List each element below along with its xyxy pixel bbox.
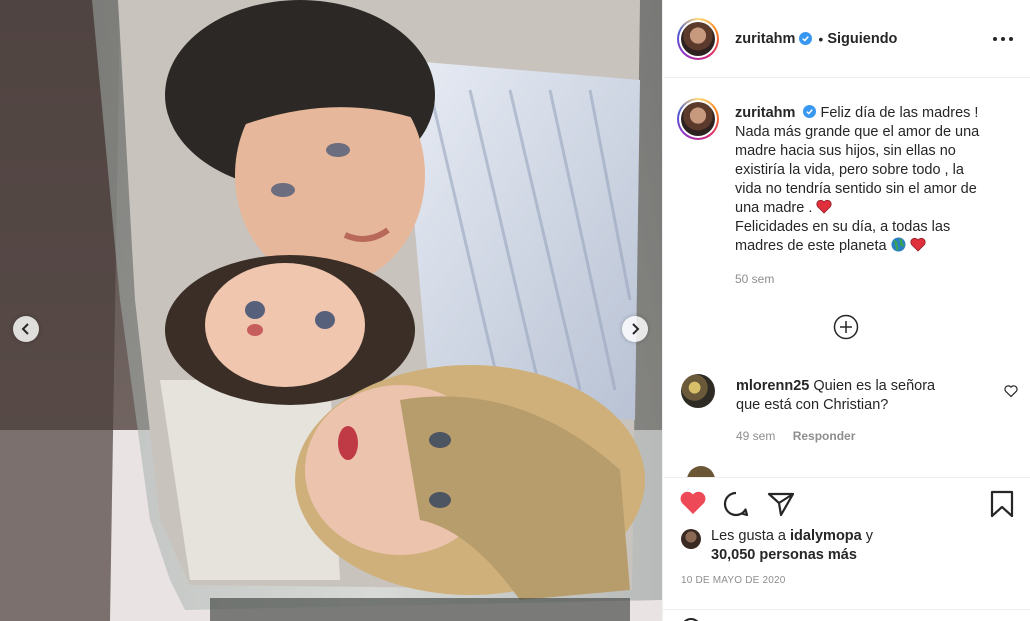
carousel-prev-button[interactable] [13, 316, 39, 342]
red-heart-emoji-icon [910, 237, 926, 252]
caption-line: Felicidades en su día, a todas las [735, 219, 951, 235]
caption-line: Nada más grande que el amor de una [735, 124, 980, 140]
bookmark-icon[interactable] [989, 490, 1015, 518]
caption-line: existiría la vida, pero sobre todo , la [735, 162, 964, 178]
post-header: zuritahm • Siguiendo [663, 0, 1030, 78]
plus-circle-icon[interactable] [833, 314, 859, 340]
comment-meta: 49 sem Responder [736, 429, 855, 443]
globe-emoji-icon [891, 237, 906, 252]
comment-text: mlorenn25 Quien es la señora que está co… [736, 377, 966, 415]
caption-line: madres de este planeta [735, 238, 887, 254]
comment-body: Quien es la señora [813, 378, 936, 394]
liker-username[interactable]: idalymopa [790, 528, 862, 544]
caption-line: una madre . [735, 200, 813, 216]
post-date[interactable]: 10 de mayo de 2020 [681, 575, 786, 586]
red-heart-emoji-icon [816, 199, 832, 214]
caption-timestamp[interactable]: 50 sem [735, 272, 774, 286]
chevron-right-icon [632, 323, 640, 335]
chevron-left-icon [21, 323, 29, 335]
post-panel: zuritahm • Siguiendo zuritahm Feliz día … [662, 0, 1030, 621]
caption-line: vida no tendría sentido sin el amor de [735, 181, 977, 197]
caption-line: madre hacia sus hijos, sin ellas no [735, 143, 956, 159]
post-actions: Les gusta a idalymopa y 30,050 personas … [663, 477, 1030, 621]
author-username[interactable]: zuritahm [735, 31, 795, 47]
caption-line: Feliz día de las madres ! [820, 105, 979, 121]
comment-timestamp[interactable]: 49 sem [736, 429, 775, 443]
comment-icon[interactable] [722, 490, 750, 518]
more-options-icon[interactable] [993, 29, 1013, 49]
caption-username[interactable]: zuritahm [735, 105, 795, 121]
commenter-avatar[interactable] [681, 374, 715, 408]
post-photo [0, 0, 662, 621]
liker-avatar[interactable] [681, 529, 701, 549]
verified-badge-icon [799, 32, 813, 45]
add-comment-bar [663, 609, 1030, 621]
carousel-next-button[interactable] [622, 316, 648, 342]
following-button[interactable]: Siguiendo [827, 31, 897, 47]
action-bar [679, 490, 1019, 518]
caption-text: zuritahm Feliz día de las madres ! Nada … [735, 104, 1020, 256]
likes-count[interactable]: 30,050 personas más [711, 547, 857, 563]
caption-author-avatar[interactable] [677, 98, 719, 140]
likes-prefix: Les gusta a [711, 528, 786, 544]
heart-outline-icon[interactable] [1004, 384, 1018, 398]
share-icon[interactable] [767, 490, 795, 518]
reply-button[interactable]: Responder [793, 429, 856, 443]
commenter-username[interactable]: mlorenn25 [736, 378, 809, 394]
heart-filled-icon[interactable] [679, 490, 707, 516]
author-avatar[interactable] [677, 17, 719, 60]
likes-text: Les gusta a idalymopa y 30,050 personas … [711, 527, 991, 565]
post-media [0, 0, 662, 621]
separator-dot: • [818, 30, 824, 47]
likes-connector: y [865, 528, 874, 544]
verified-badge-icon [803, 105, 817, 118]
comment-body: que está con Christian? [736, 397, 889, 413]
